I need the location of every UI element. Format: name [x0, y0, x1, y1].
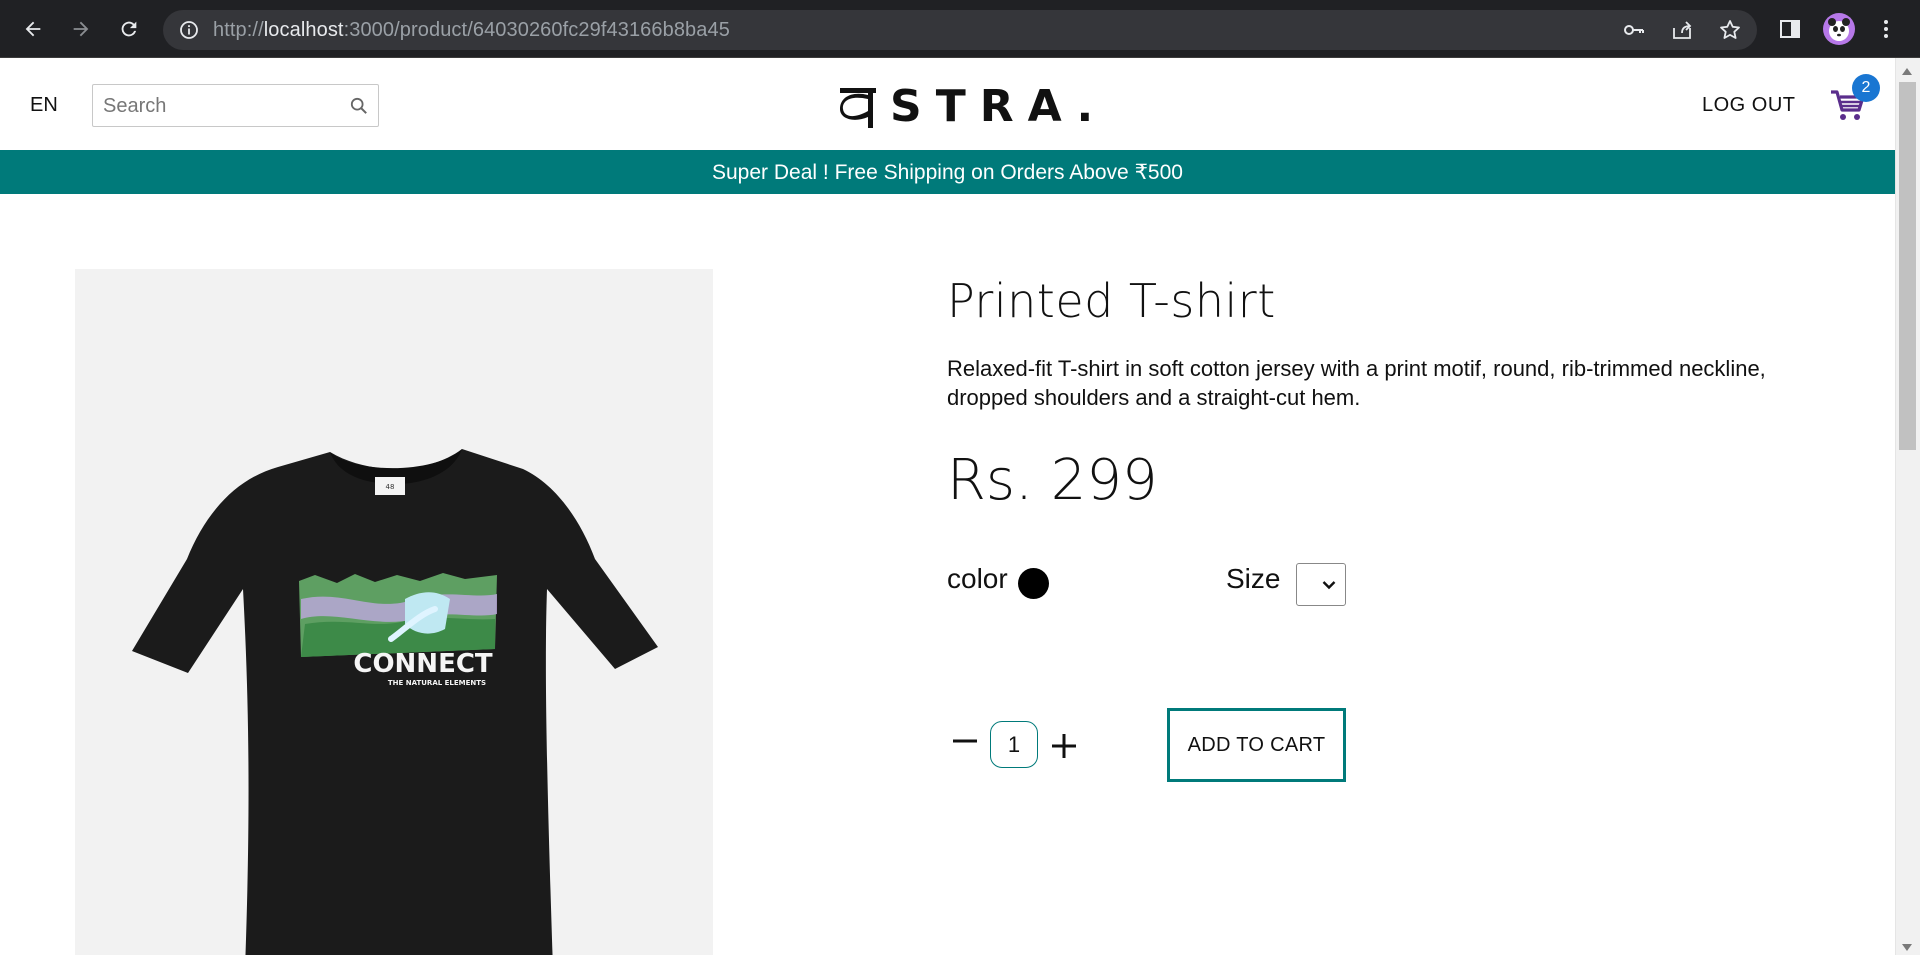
scroll-up-arrow-icon[interactable] [1902, 68, 1912, 75]
site-header: EN STRA. LOG OUT 2 [0, 58, 1895, 150]
neck-tag-label: 48 [386, 483, 395, 491]
decrease-quantity-button[interactable] [951, 727, 979, 755]
reload-icon [121, 21, 137, 37]
logout-link[interactable]: LOG OUT [1702, 94, 1796, 117]
chevron-down-icon [1322, 581, 1336, 590]
logo-text: STRA. [890, 81, 1108, 132]
size-label: Size [1226, 563, 1281, 594]
add-to-cart-button[interactable]: ADD TO CART [1167, 708, 1346, 782]
back-button[interactable] [17, 13, 49, 45]
reload-button[interactable] [113, 13, 145, 45]
cart-count-badge: 2 [1852, 74, 1880, 102]
language-selector[interactable]: EN [30, 94, 58, 117]
print-sub-text: THE NATURAL ELEMENTS [388, 679, 486, 687]
print-main-text: CONNECT [353, 649, 493, 679]
key-icon[interactable] [1622, 18, 1646, 42]
bookmark-star-icon[interactable] [1718, 18, 1742, 42]
site-logo[interactable]: STRA. [840, 82, 1107, 132]
more-menu-icon[interactable] [1874, 17, 1898, 41]
product-title: Printed T-shirt [947, 274, 1276, 328]
color-swatch-black[interactable] [1018, 568, 1049, 599]
increase-quantity-button[interactable] [1050, 732, 1078, 760]
scroll-down-arrow-icon[interactable] [1902, 944, 1912, 951]
product-image: 48 CONNECT THE NATURAL ELEMENTS [75, 269, 713, 955]
tshirt-image: 48 CONNECT THE NATURAL ELEMENTS [132, 449, 658, 955]
devanagari-va-logo-icon [840, 88, 876, 128]
address-bar[interactable]: http://localhost:3000/product/64030260fc… [163, 10, 1757, 50]
profile-avatar[interactable] [1823, 13, 1855, 45]
promo-banner: Super Deal ! Free Shipping on Orders Abo… [0, 150, 1895, 194]
browser-toolbar: http://localhost:3000/product/64030260fc… [0, 0, 1920, 58]
web-page: EN STRA. LOG OUT 2 Super Deal ! Free Shi… [0, 58, 1895, 955]
search-icon[interactable] [350, 97, 368, 115]
product-price: Rs. 299 [947, 448, 1158, 513]
color-label: color [947, 563, 1008, 594]
quantity-value: 1 [990, 721, 1038, 768]
back-arrow-icon [25, 21, 41, 37]
panda-avatar-icon [1828, 18, 1850, 41]
search-input[interactable] [103, 91, 333, 121]
forward-arrow-icon [73, 21, 89, 37]
share-icon[interactable] [1670, 18, 1694, 42]
size-select[interactable] [1296, 563, 1346, 606]
scrollbar-thumb[interactable] [1899, 82, 1916, 450]
product-description: Relaxed-fit T-shirt in soft cotton jerse… [947, 356, 1766, 410]
side-panel-icon[interactable] [1778, 17, 1802, 41]
url-text[interactable]: http://localhost:3000/product/64030260fc… [213, 19, 730, 42]
forward-button[interactable] [65, 13, 97, 45]
site-info-icon[interactable] [179, 20, 199, 40]
search-box[interactable] [92, 84, 379, 127]
